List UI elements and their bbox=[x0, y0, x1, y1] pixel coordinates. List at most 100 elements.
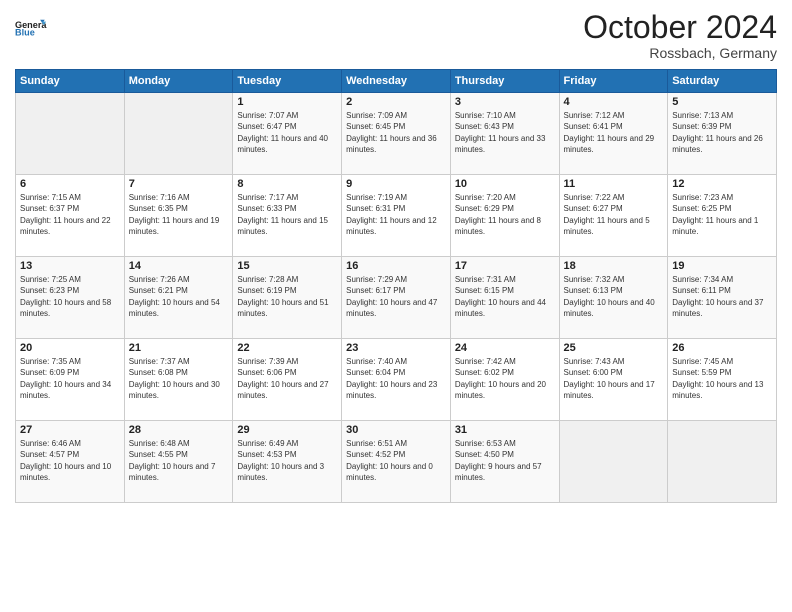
day-number: 31 bbox=[455, 424, 555, 436]
table-cell: 16 Sunrise: 7:29 AM Sunset: 6:17 PM Dayli… bbox=[342, 257, 451, 339]
day-number: 26 bbox=[672, 342, 772, 354]
day-number: 25 bbox=[564, 342, 664, 354]
col-thursday: Thursday bbox=[450, 70, 559, 93]
day-info: Sunrise: 7:13 AM Sunset: 6:39 PM Dayligh… bbox=[672, 110, 772, 155]
table-cell bbox=[16, 93, 125, 175]
day-info: Sunrise: 7:29 AM Sunset: 6:17 PM Dayligh… bbox=[346, 274, 446, 319]
table-cell: 21 Sunrise: 7:37 AM Sunset: 6:08 PM Dayli… bbox=[124, 339, 233, 421]
day-number: 30 bbox=[346, 424, 446, 436]
calendar-table: Sunday Monday Tuesday Wednesday Thursday… bbox=[15, 69, 777, 503]
col-wednesday: Wednesday bbox=[342, 70, 451, 93]
day-info: Sunrise: 7:26 AM Sunset: 6:21 PM Dayligh… bbox=[129, 274, 229, 319]
month-title: October 2024 bbox=[583, 10, 777, 45]
day-info: Sunrise: 7:22 AM Sunset: 6:27 PM Dayligh… bbox=[564, 192, 664, 237]
col-tuesday: Tuesday bbox=[233, 70, 342, 93]
day-number: 5 bbox=[672, 96, 772, 108]
day-number: 8 bbox=[237, 178, 337, 190]
table-cell: 30 Sunrise: 6:51 AM Sunset: 4:52 PM Dayli… bbox=[342, 421, 451, 503]
col-saturday: Saturday bbox=[668, 70, 777, 93]
day-number: 1 bbox=[237, 96, 337, 108]
day-info: Sunrise: 6:51 AM Sunset: 4:52 PM Dayligh… bbox=[346, 438, 446, 483]
day-number: 27 bbox=[20, 424, 120, 436]
day-info: Sunrise: 6:53 AM Sunset: 4:50 PM Dayligh… bbox=[455, 438, 555, 483]
table-cell: 7Sunrise: 7:16 AM Sunset: 6:35 PM Daylig… bbox=[124, 175, 233, 257]
day-number: 4 bbox=[564, 96, 664, 108]
day-number: 19 bbox=[672, 260, 772, 272]
table-cell: 11 Sunrise: 7:22 AM Sunset: 6:27 PM Dayli… bbox=[559, 175, 668, 257]
table-cell: 2 Sunrise: 7:09 AM Sunset: 6:45 PM Daylig… bbox=[342, 93, 451, 175]
day-info: Sunrise: 7:28 AM Sunset: 6:19 PM Dayligh… bbox=[237, 274, 337, 319]
day-info: Sunrise: 7:40 AM Sunset: 6:04 PM Dayligh… bbox=[346, 356, 446, 401]
day-info: Sunrise: 6:48 AM Sunset: 4:55 PM Dayligh… bbox=[129, 438, 229, 483]
table-cell: 8Sunrise: 7:17 AM Sunset: 6:33 PM Daylig… bbox=[233, 175, 342, 257]
day-info: Sunrise: 7:10 AM Sunset: 6:43 PM Dayligh… bbox=[455, 110, 555, 155]
day-number: 28 bbox=[129, 424, 229, 436]
day-info: Sunrise: 7:34 AM Sunset: 6:11 PM Dayligh… bbox=[672, 274, 772, 319]
table-cell: 31 Sunrise: 6:53 AM Sunset: 4:50 PM Dayli… bbox=[450, 421, 559, 503]
table-cell: 24Sunrise: 7:42 AM Sunset: 6:02 PM Dayli… bbox=[450, 339, 559, 421]
table-cell: 10 Sunrise: 7:20 AM Sunset: 6:29 PM Dayli… bbox=[450, 175, 559, 257]
day-number: 22 bbox=[237, 342, 337, 354]
page: General Blue October 2024 Rossbach, Germ… bbox=[0, 0, 792, 612]
day-number: 17 bbox=[455, 260, 555, 272]
col-monday: Monday bbox=[124, 70, 233, 93]
table-cell: 27 Sunrise: 6:46 AM Sunset: 4:57 PM Dayli… bbox=[16, 421, 125, 503]
day-number: 12 bbox=[672, 178, 772, 190]
day-info: Sunrise: 7:37 AM Sunset: 6:08 PM Dayligh… bbox=[129, 356, 229, 401]
table-cell: 18 Sunrise: 7:32 AM Sunset: 6:13 PM Dayli… bbox=[559, 257, 668, 339]
table-cell: 25 Sunrise: 7:43 AM Sunset: 6:00 PM Dayli… bbox=[559, 339, 668, 421]
day-info: Sunrise: 7:16 AM Sunset: 6:35 PM Dayligh… bbox=[129, 192, 229, 237]
day-info: Sunrise: 7:19 AM Sunset: 6:31 PM Dayligh… bbox=[346, 192, 446, 237]
location: Rossbach, Germany bbox=[583, 45, 777, 61]
day-info: Sunrise: 7:09 AM Sunset: 6:45 PM Dayligh… bbox=[346, 110, 446, 155]
day-number: 18 bbox=[564, 260, 664, 272]
day-info: Sunrise: 7:23 AM Sunset: 6:25 PM Dayligh… bbox=[672, 192, 772, 237]
day-number: 13 bbox=[20, 260, 120, 272]
day-number: 23 bbox=[346, 342, 446, 354]
table-cell: 22 Sunrise: 7:39 AM Sunset: 6:06 PM Dayli… bbox=[233, 339, 342, 421]
day-info: Sunrise: 6:49 AM Sunset: 4:53 PM Dayligh… bbox=[237, 438, 337, 483]
table-cell: 15 Sunrise: 7:28 AM Sunset: 6:19 PM Dayli… bbox=[233, 257, 342, 339]
table-cell: 17 Sunrise: 7:31 AM Sunset: 6:15 PM Dayli… bbox=[450, 257, 559, 339]
logo-svg: General Blue bbox=[15, 10, 47, 46]
table-cell: 13 Sunrise: 7:25 AM Sunset: 6:23 PM Dayli… bbox=[16, 257, 125, 339]
day-info: Sunrise: 7:45 AM Sunset: 5:59 PM Dayligh… bbox=[672, 356, 772, 401]
table-cell: 3Sunrise: 7:10 AM Sunset: 6:43 PM Daylig… bbox=[450, 93, 559, 175]
table-cell: 6Sunrise: 7:15 AM Sunset: 6:37 PM Daylig… bbox=[16, 175, 125, 257]
day-number: 14 bbox=[129, 260, 229, 272]
day-number: 2 bbox=[346, 96, 446, 108]
col-friday: Friday bbox=[559, 70, 668, 93]
day-info: Sunrise: 7:20 AM Sunset: 6:29 PM Dayligh… bbox=[455, 192, 555, 237]
table-cell: 9 Sunrise: 7:19 AM Sunset: 6:31 PM Daylig… bbox=[342, 175, 451, 257]
day-number: 16 bbox=[346, 260, 446, 272]
day-number: 21 bbox=[129, 342, 229, 354]
table-cell bbox=[124, 93, 233, 175]
day-number: 11 bbox=[564, 178, 664, 190]
day-info: Sunrise: 7:07 AM Sunset: 6:47 PM Dayligh… bbox=[237, 110, 337, 155]
table-cell: 20 Sunrise: 7:35 AM Sunset: 6:09 PM Dayli… bbox=[16, 339, 125, 421]
table-cell: 5 Sunrise: 7:13 AM Sunset: 6:39 PM Daylig… bbox=[668, 93, 777, 175]
day-info: Sunrise: 7:32 AM Sunset: 6:13 PM Dayligh… bbox=[564, 274, 664, 319]
day-number: 10 bbox=[455, 178, 555, 190]
day-info: Sunrise: 7:35 AM Sunset: 6:09 PM Dayligh… bbox=[20, 356, 120, 401]
day-info: Sunrise: 7:25 AM Sunset: 6:23 PM Dayligh… bbox=[20, 274, 120, 319]
table-cell: 28 Sunrise: 6:48 AM Sunset: 4:55 PM Dayli… bbox=[124, 421, 233, 503]
table-cell: 23 Sunrise: 7:40 AM Sunset: 6:04 PM Dayli… bbox=[342, 339, 451, 421]
day-number: 20 bbox=[20, 342, 120, 354]
table-cell: 19 Sunrise: 7:34 AM Sunset: 6:11 PM Dayli… bbox=[668, 257, 777, 339]
day-number: 9 bbox=[346, 178, 446, 190]
day-number: 24 bbox=[455, 342, 555, 354]
day-info: Sunrise: 7:31 AM Sunset: 6:15 PM Dayligh… bbox=[455, 274, 555, 319]
day-info: Sunrise: 7:12 AM Sunset: 6:41 PM Dayligh… bbox=[564, 110, 664, 155]
svg-text:Blue: Blue bbox=[15, 27, 35, 37]
header: General Blue October 2024 Rossbach, Germ… bbox=[15, 10, 777, 61]
table-cell: 14 Sunrise: 7:26 AM Sunset: 6:21 PM Dayli… bbox=[124, 257, 233, 339]
day-info: Sunrise: 6:46 AM Sunset: 4:57 PM Dayligh… bbox=[20, 438, 120, 483]
col-sunday: Sunday bbox=[16, 70, 125, 93]
day-info: Sunrise: 7:39 AM Sunset: 6:06 PM Dayligh… bbox=[237, 356, 337, 401]
day-info: Sunrise: 7:43 AM Sunset: 6:00 PM Dayligh… bbox=[564, 356, 664, 401]
table-cell bbox=[559, 421, 668, 503]
day-number: 15 bbox=[237, 260, 337, 272]
day-info: Sunrise: 7:15 AM Sunset: 6:37 PM Dayligh… bbox=[20, 192, 120, 237]
table-cell: 4 Sunrise: 7:12 AM Sunset: 6:41 PM Daylig… bbox=[559, 93, 668, 175]
